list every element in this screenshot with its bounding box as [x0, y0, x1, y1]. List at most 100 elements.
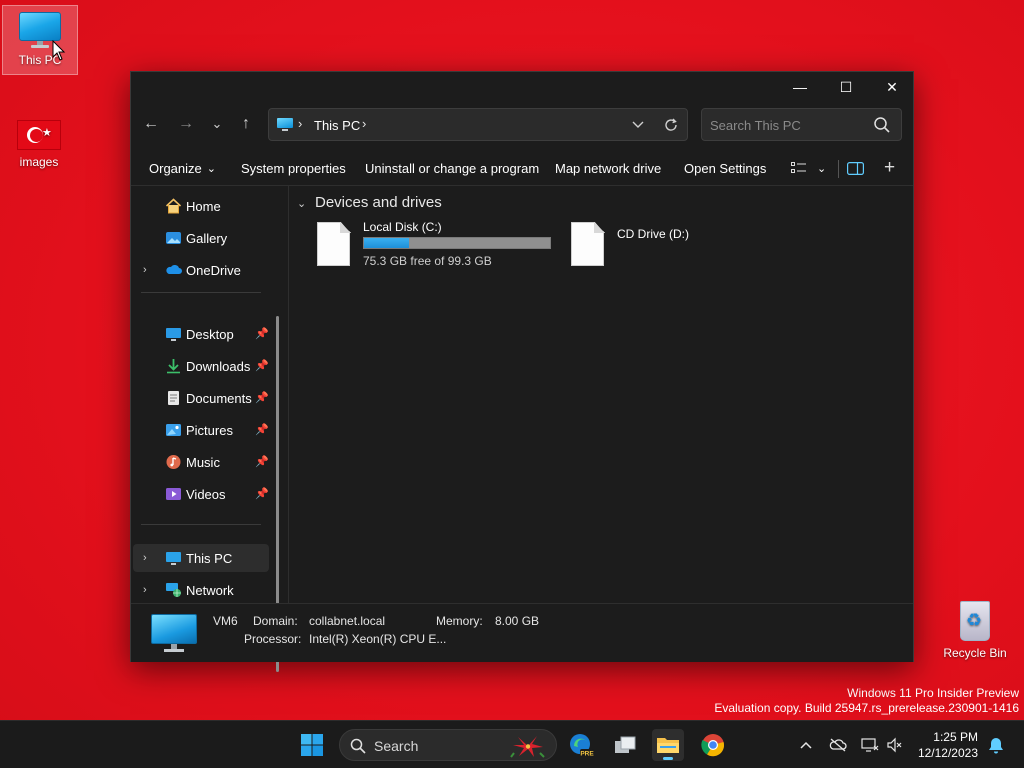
nav-item-label: This PC [186, 551, 233, 566]
desktop-icon-images[interactable]: ★ images [1, 120, 77, 169]
details-pane-button[interactable] [847, 152, 864, 184]
file-explorer-taskbar-button[interactable] [652, 729, 684, 761]
forward-button[interactable]: → [172, 110, 200, 138]
taskbar-search[interactable]: Search [339, 729, 557, 761]
desktop-icon-recycle-bin[interactable]: ♻ Recycle Bin [937, 597, 1013, 660]
edge-beta-icon[interactable]: PRE [565, 729, 597, 761]
address-history-dropdown[interactable] [627, 114, 649, 136]
desktop-icon-this-pc[interactable]: This PC [2, 5, 78, 75]
drive-tile-local-disk[interactable]: Local Disk (C:) 75.3 GB free of 99.3 GB [317, 220, 567, 276]
domain-label: Domain: [253, 614, 298, 628]
system-properties-button[interactable]: System properties [241, 152, 346, 184]
nav-item-label: Gallery [186, 231, 228, 246]
expand-chevron-icon[interactable]: › [143, 584, 147, 596]
nav-item-pictures[interactable]: Pictures 📌 [133, 416, 269, 444]
details-pane-icon [847, 161, 864, 175]
navigation-pane: Home Gallery › OneDrive Desktop 📌 Downlo… [131, 188, 288, 672]
chrome-logo [701, 734, 725, 757]
nav-item-onedrive[interactable]: › OneDrive [133, 256, 269, 284]
breadcrumb-this-pc[interactable]: This PC [314, 118, 360, 133]
memory-value: 8.00 GB [495, 614, 540, 628]
show-hidden-icons-chevron-icon[interactable] [796, 735, 816, 755]
start-button[interactable] [296, 729, 328, 761]
search-icon[interactable] [873, 116, 891, 134]
pin-icon[interactable]: 📌 [255, 327, 269, 340]
title-bar[interactable]: — ☐ ✕ [131, 72, 913, 102]
up-button[interactable]: ↑ [232, 110, 260, 138]
nav-item-videos[interactable]: Videos 📌 [133, 480, 269, 508]
organize-label: Organize [149, 160, 202, 176]
pin-icon[interactable]: 📌 [255, 391, 269, 404]
drive-tile-cd-drive[interactable]: CD Drive (D:) [571, 220, 731, 276]
processor-value: Intel(R) Xeon(R) CPU E... [309, 632, 447, 646]
task-view-glyph [615, 736, 636, 753]
task-view-icon[interactable] [609, 729, 641, 761]
maximize-button[interactable]: ☐ [823, 72, 869, 102]
expand-chevron-icon[interactable]: › [143, 264, 147, 276]
poinsettia-highlight-icon [510, 736, 545, 758]
drive-name: Local Disk (C:) [363, 220, 442, 234]
close-button[interactable]: ✕ [869, 72, 915, 102]
volume-muted-icon[interactable] [884, 735, 904, 755]
group-header-devices-and-drives[interactable]: ⌄ Devices and drives [297, 194, 442, 211]
nav-item-network[interactable]: › Network [133, 576, 269, 604]
command-bar: Organize ⌄ System properties Uninstall o… [131, 152, 913, 184]
refresh-icon[interactable] [660, 114, 682, 136]
desktop-icon-label: Recycle Bin [943, 646, 1007, 660]
uninstall-program-button[interactable]: Uninstall or change a program [365, 152, 539, 184]
search-input[interactable] [710, 116, 860, 134]
computer-icon [151, 614, 197, 654]
network-status-icon[interactable] [860, 735, 880, 755]
back-button[interactable]: ← [137, 110, 165, 138]
onedrive-offline-icon[interactable] [828, 735, 848, 755]
nav-item-gallery[interactable]: Gallery [133, 224, 269, 252]
nav-item-label: Network [186, 583, 234, 598]
details-view-icon [791, 162, 806, 173]
notification-bell-icon[interactable] [986, 735, 1006, 755]
pictures-icon [166, 424, 181, 436]
nav-item-desktop[interactable]: Desktop 📌 [133, 320, 269, 348]
nav-item-label: OneDrive [186, 263, 241, 278]
nav-divider [141, 524, 261, 525]
pin-icon[interactable]: 📌 [255, 359, 269, 372]
address-bar[interactable]: › This PC › [268, 108, 688, 141]
svg-text:PRE: PRE [580, 751, 594, 758]
nav-item-home[interactable]: Home [133, 192, 269, 220]
group-title: Devices and drives [315, 194, 442, 211]
expand-chevron-icon[interactable]: › [143, 552, 147, 564]
home-icon [165, 198, 182, 214]
drive-free-space: 75.3 GB free of 99.3 GB [363, 254, 492, 268]
recent-locations-button[interactable]: ⌄ [203, 110, 231, 138]
minimize-button[interactable]: — [777, 72, 823, 102]
add-button[interactable]: + [884, 152, 895, 184]
windows-logo-icon [301, 734, 323, 756]
computer-name: VM6 [213, 614, 238, 628]
pin-icon[interactable]: 📌 [255, 455, 269, 468]
breadcrumb-separator[interactable]: › [298, 116, 302, 131]
pin-icon[interactable]: 📌 [255, 423, 269, 436]
breadcrumb-separator[interactable]: › [362, 116, 366, 131]
pin-icon[interactable]: 📌 [255, 487, 269, 500]
mouse-cursor-icon [52, 40, 66, 61]
nav-item-music[interactable]: Music 📌 [133, 448, 269, 476]
folder-icon [657, 738, 679, 753]
nav-item-documents[interactable]: Documents 📌 [133, 384, 269, 412]
nav-item-label: Videos [186, 487, 226, 502]
open-settings-button[interactable]: Open Settings [684, 152, 766, 184]
document-icon [168, 391, 179, 405]
recycle-bin-icon: ♻ [958, 597, 992, 641]
gallery-icon [166, 232, 181, 244]
watermark-line-1: Windows 11 Pro Insider Preview [847, 686, 1019, 700]
view-options-button[interactable]: ⌄ [791, 152, 826, 184]
system-clock[interactable]: 1:25 PM 12/12/2023 [908, 729, 978, 761]
file-explorer-window: — ☐ ✕ ← → ⌄ ↑ › This PC › Organize ⌄ [130, 71, 914, 672]
nav-item-this-pc[interactable]: › This PC [133, 544, 269, 572]
organize-button[interactable]: Organize ⌄ [149, 152, 216, 184]
clock-date: 12/12/2023 [917, 746, 978, 760]
search-box[interactable] [701, 108, 902, 141]
chrome-icon[interactable] [697, 729, 729, 761]
map-network-drive-button[interactable]: Map network drive [555, 152, 661, 184]
search-icon [350, 738, 366, 754]
domain-value: collabnet.local [309, 614, 386, 628]
nav-item-downloads[interactable]: Downloads 📌 [133, 352, 269, 380]
